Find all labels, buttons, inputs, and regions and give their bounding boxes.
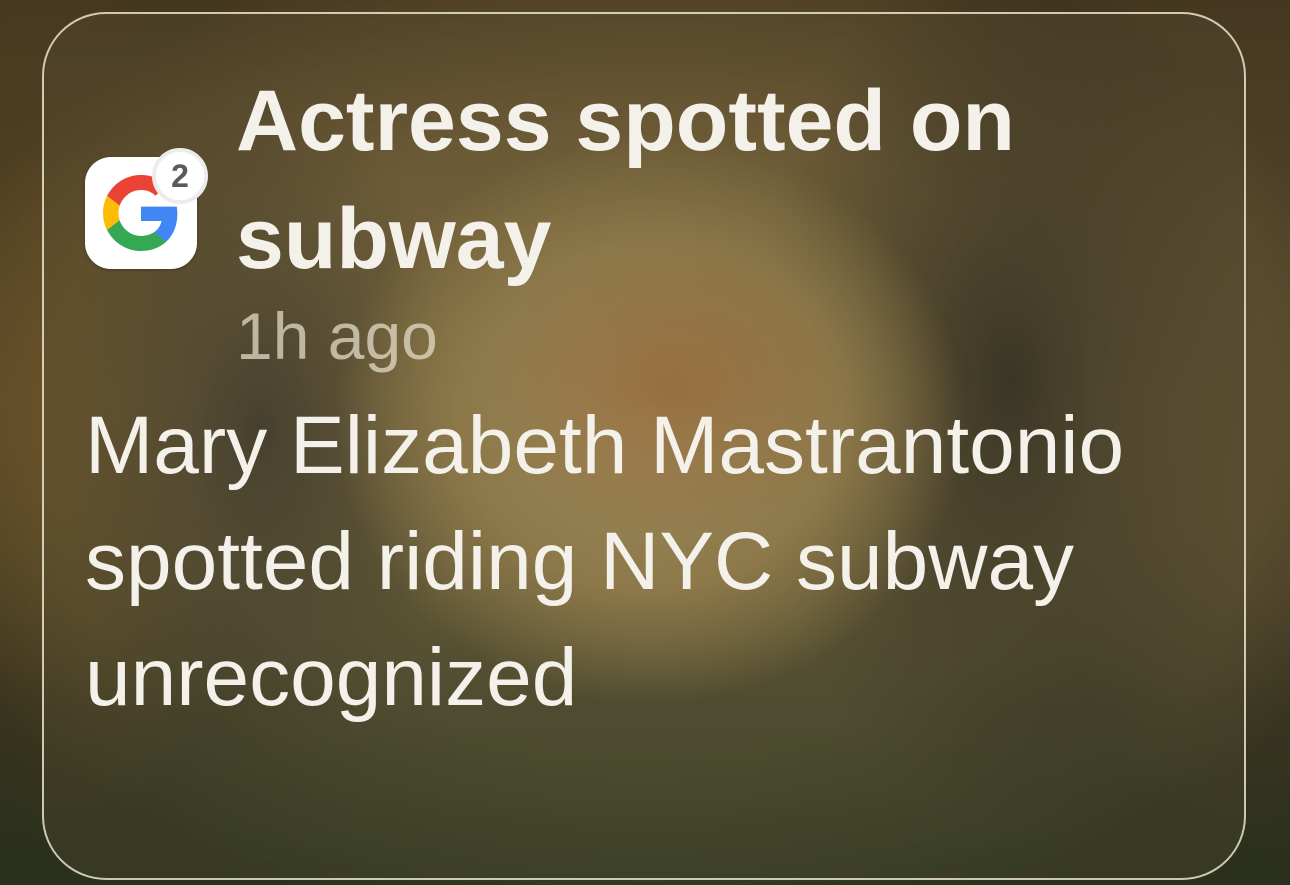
notification-count-badge: 2 — [152, 148, 208, 204]
notification-body: Mary Elizabeth Mastrantonio spotted ridi… — [85, 400, 1125, 723]
badge-count-label: 2 — [171, 158, 189, 194]
notification-title: Actress spotted on subway — [236, 73, 1015, 287]
notification-timestamp: 1h ago — [236, 299, 438, 373]
